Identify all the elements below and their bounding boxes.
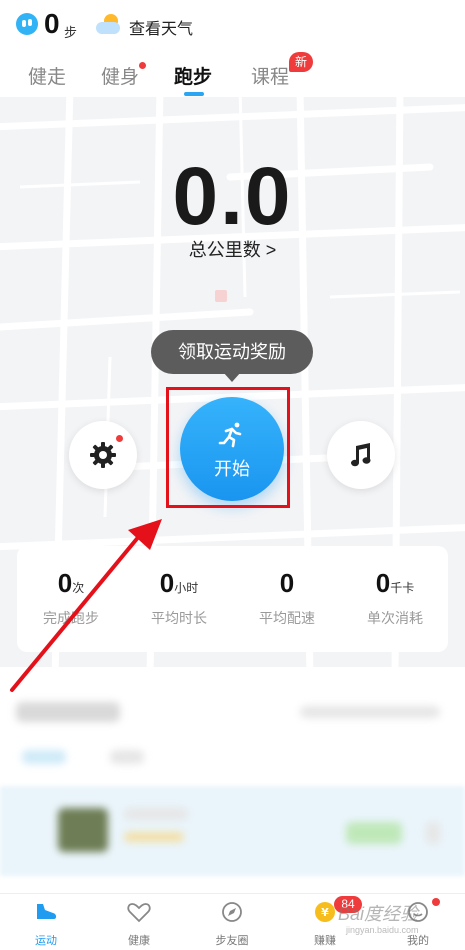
- tab-course[interactable]: 课程: [251, 62, 289, 89]
- top-bar: 0 步 查看天气: [0, 0, 465, 52]
- footprint-icon[interactable]: [16, 13, 38, 35]
- gear-icon: [90, 442, 116, 468]
- heart-icon: [127, 903, 151, 923]
- stat-average-pace: 0 平均配速: [259, 568, 315, 626]
- total-distance-value: 0.0: [172, 151, 293, 242]
- total-distance-link[interactable]: 总公里数 >: [0, 236, 465, 262]
- svg-text:¥: ¥: [321, 906, 329, 919]
- watermark-url: jingyan.baidu.com: [346, 925, 419, 935]
- settings-notification-dot: [116, 435, 123, 442]
- music-button[interactable]: [327, 421, 395, 489]
- tab-run[interactable]: 跑步: [174, 62, 212, 89]
- stat-average-duration: 0小时 平均时长: [151, 568, 207, 626]
- tab-bar: 健走 健身 跑步 课程: [0, 56, 465, 96]
- stat-completed-runs: 0次 完成跑步: [43, 568, 99, 626]
- steps-count[interactable]: 0: [44, 8, 60, 40]
- compass-icon: [222, 902, 242, 922]
- settings-button[interactable]: [69, 421, 137, 489]
- nav-friends-circle[interactable]: 步友圈: [202, 900, 262, 948]
- nav-sport[interactable]: 运动: [16, 900, 76, 948]
- notification-dot: [139, 62, 146, 69]
- weather-link[interactable]: 查看天气: [129, 15, 193, 39]
- active-tab-indicator: [184, 92, 204, 96]
- music-note-icon: [351, 443, 371, 467]
- new-badge: 新: [289, 52, 313, 72]
- tooltip-tail: [223, 372, 241, 382]
- blurred-content-section: [0, 672, 465, 887]
- sport-shoe-icon: [37, 904, 57, 919]
- mine-notification-dot: [432, 898, 440, 906]
- tab-walk[interactable]: 健走: [28, 62, 66, 89]
- steps-unit: 步: [64, 25, 78, 40]
- stat-calories: 0千卡 单次消耗: [367, 568, 423, 626]
- nav-health[interactable]: 健康: [109, 900, 169, 948]
- reward-tooltip[interactable]: 领取运动奖励: [151, 330, 313, 374]
- annotation-highlight-box: [166, 387, 290, 508]
- tab-fitness[interactable]: 健身: [101, 62, 146, 89]
- run-stats-card: 0次 完成跑步 0小时 平均时长 0 平均配速 0千卡 单次消耗: [17, 546, 448, 652]
- weather-icon[interactable]: [96, 14, 122, 36]
- watermark-logo: Bai度经验: [338, 904, 419, 924]
